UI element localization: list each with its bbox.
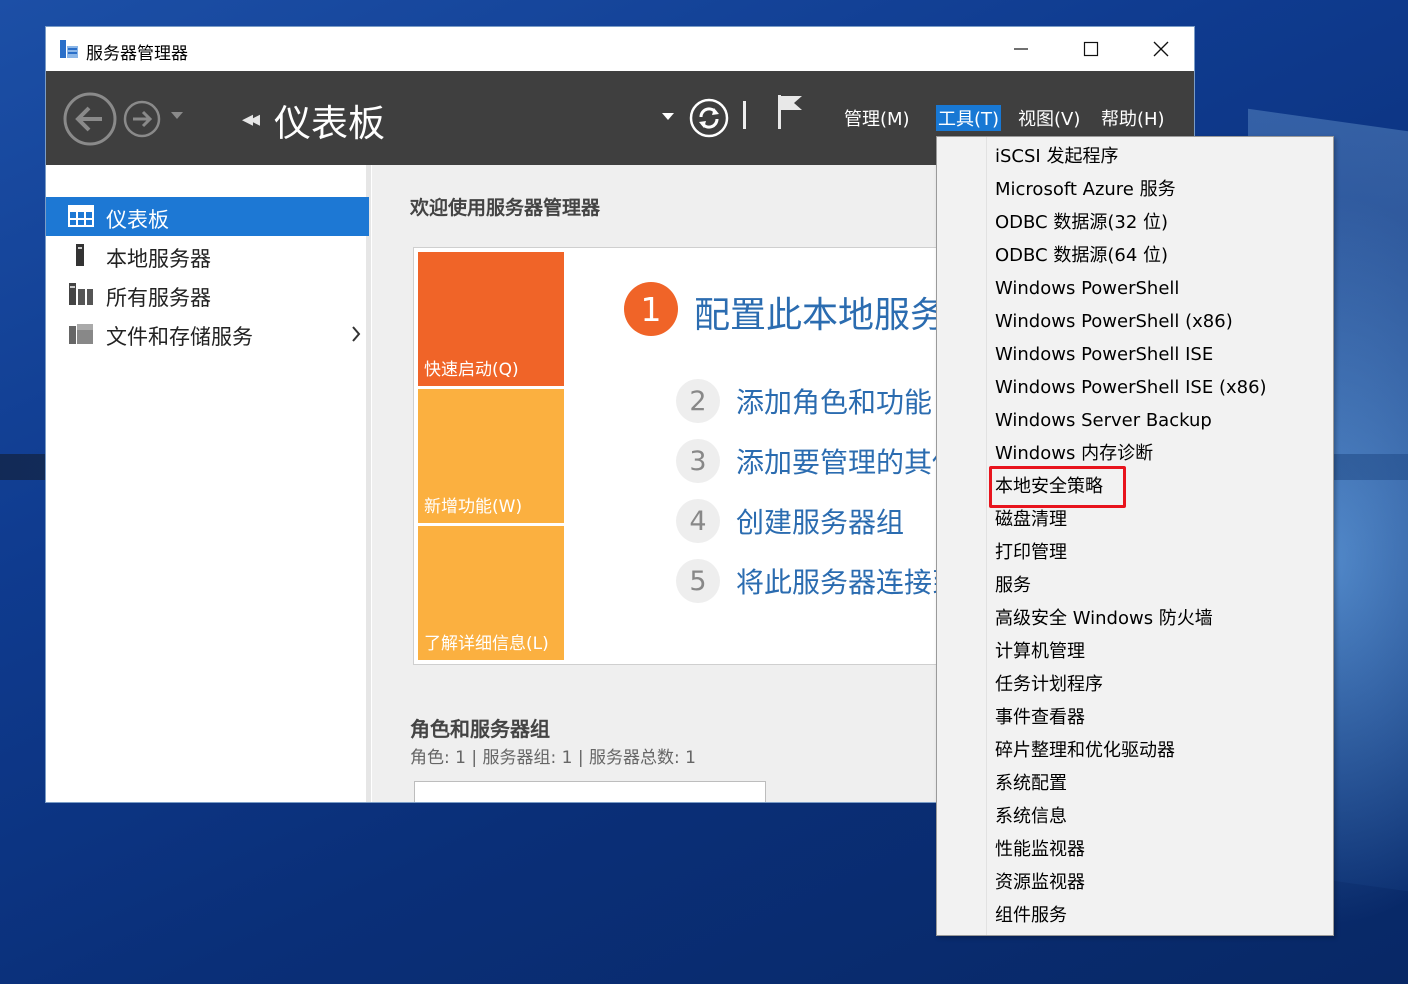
minimize-icon <box>1014 48 1028 50</box>
step-number-badge: 5 <box>676 559 720 603</box>
menu-item-powershell-ise[interactable]: Windows PowerShell ISE <box>995 340 1325 370</box>
chevron-right-icon[interactable] <box>351 326 361 342</box>
page-title: 仪表板 <box>274 102 385 145</box>
menu-item-memory-diagnostic[interactable]: Windows 内存诊断 <box>995 439 1325 469</box>
sidebar-item-file-storage[interactable]: 文件和存储服务 <box>46 314 369 353</box>
notification-flag-icon[interactable] <box>776 93 806 131</box>
breadcrumb-dropdown-icon[interactable] <box>662 113 674 121</box>
menu-item-powershell[interactable]: Windows PowerShell <box>995 274 1325 304</box>
menu-item-defragment[interactable]: 碎片整理和优化驱动器 <box>995 736 1325 766</box>
step-link[interactable]: 创建服务器组 <box>736 501 904 541</box>
server-icon <box>76 244 84 266</box>
menu-icon-gutter <box>937 137 987 935</box>
dashboard-icon <box>68 205 94 227</box>
minimize-button[interactable] <box>986 27 1056 71</box>
roles-heading: 角色和服务器组 <box>410 717 550 741</box>
sidebar-item-label: 本地服务器 <box>106 247 211 271</box>
storage-icon <box>69 324 93 344</box>
refresh-icon[interactable] <box>688 97 730 139</box>
menu-item-odbc-64[interactable]: ODBC 数据源(64 位) <box>995 241 1325 271</box>
step-number-badge: 4 <box>676 499 720 543</box>
roles-summary: 角色: 1 | 服务器组: 1 | 服务器总数: 1 <box>410 748 696 768</box>
tile-whats-new[interactable]: 新增功能(W) <box>418 389 564 523</box>
step-1-badge: 1 <box>624 282 678 336</box>
servers-icon <box>69 283 93 305</box>
forward-arrow-icon[interactable] <box>122 99 162 139</box>
menu-manage[interactable]: 管理(M) <box>842 105 912 131</box>
header-separator <box>743 101 746 129</box>
window-title: 服务器管理器 <box>86 44 188 64</box>
back-arrow-icon[interactable] <box>62 91 118 147</box>
sidebar-item-local-server[interactable]: 本地服务器 <box>46 236 369 275</box>
tile-quick-start[interactable]: 快速启动(Q) <box>418 252 564 386</box>
menu-item-event-viewer[interactable]: 事件查看器 <box>995 703 1325 733</box>
sidebar-item-all-servers[interactable]: 所有服务器 <box>46 275 369 314</box>
sidebar-item-label: 仪表板 <box>106 208 169 232</box>
title-bar: 服务器管理器 <box>46 27 1194 71</box>
close-icon <box>1153 41 1169 57</box>
menu-item-system-information[interactable]: 系统信息 <box>995 802 1325 832</box>
step-link[interactable]: 添加要管理的其他 <box>736 441 960 481</box>
menu-item-task-scheduler[interactable]: 任务计划程序 <box>995 670 1325 700</box>
history-dropdown-icon[interactable] <box>170 111 184 121</box>
step-number-badge: 2 <box>676 379 720 423</box>
menu-help[interactable]: 帮助(H) <box>1099 105 1167 131</box>
menu-item-server-backup[interactable]: Windows Server Backup <box>995 406 1325 436</box>
menu-item-firewall[interactable]: 高级安全 Windows 防火墙 <box>995 604 1325 634</box>
sidebar-item-label: 文件和存储服务 <box>106 325 253 349</box>
menu-view[interactable]: 视图(V) <box>1016 105 1082 131</box>
menu-item-odbc-32[interactable]: ODBC 数据源(32 位) <box>995 208 1325 238</box>
role-tile[interactable] <box>414 781 766 802</box>
tile-label: 快速启动(Q) <box>424 360 519 380</box>
menu-item-component-services[interactable]: 组件服务 <box>995 901 1325 931</box>
menu-item-powershell-ise-x86[interactable]: Windows PowerShell ISE (x86) <box>995 373 1325 403</box>
maximize-icon <box>1083 41 1099 57</box>
menu-item-computer-management[interactable]: 计算机管理 <box>995 637 1325 667</box>
tile-label: 了解详细信息(L) <box>424 634 549 654</box>
menu-item-azure[interactable]: Microsoft Azure 服务 <box>995 175 1325 205</box>
sidebar: 仪表板 本地服务器 所有服务器 文件和存储服务 <box>46 165 371 802</box>
menu-item-performance-monitor[interactable]: 性能监视器 <box>995 835 1325 865</box>
menu-item-print-management[interactable]: 打印管理 <box>995 538 1325 568</box>
menu-item-services[interactable]: 服务 <box>995 571 1325 601</box>
menu-item-powershell-x86[interactable]: Windows PowerShell (x86) <box>995 307 1325 337</box>
step-1-link[interactable]: 配置此本地服务 <box>694 286 946 338</box>
step-link[interactable]: 将此服务器连接到 <box>736 561 960 601</box>
sidebar-item-label: 所有服务器 <box>106 286 211 310</box>
tile-label: 新增功能(W) <box>424 497 523 517</box>
menu-item-disk-cleanup[interactable]: 磁盘清理 <box>995 505 1325 535</box>
menu-item-resource-monitor[interactable]: 资源监视器 <box>995 868 1325 898</box>
step-link[interactable]: 添加角色和功能 <box>736 381 932 421</box>
breadcrumb-chevrons: ◂◂ <box>242 107 260 132</box>
menu-tools[interactable]: 工具(T) <box>936 105 1002 131</box>
menu-item-system-configuration[interactable]: 系统配置 <box>995 769 1325 799</box>
tools-dropdown-menu: iSCSI 发起程序 Microsoft Azure 服务 ODBC 数据源(3… <box>936 136 1334 936</box>
tile-learn-more[interactable]: 了解详细信息(L) <box>418 526 564 660</box>
welcome-heading: 欢迎使用服务器管理器 <box>410 197 601 219</box>
close-button[interactable] <box>1126 27 1194 71</box>
sidebar-item-dashboard[interactable]: 仪表板 <box>46 197 369 236</box>
server-manager-app-icon <box>60 40 78 58</box>
step-number-badge: 3 <box>676 439 720 483</box>
menu-item-local-security-policy[interactable]: 本地安全策略 <box>995 472 1325 502</box>
maximize-button[interactable] <box>1056 27 1126 71</box>
menu-item-iscsi[interactable]: iSCSI 发起程序 <box>995 142 1325 172</box>
